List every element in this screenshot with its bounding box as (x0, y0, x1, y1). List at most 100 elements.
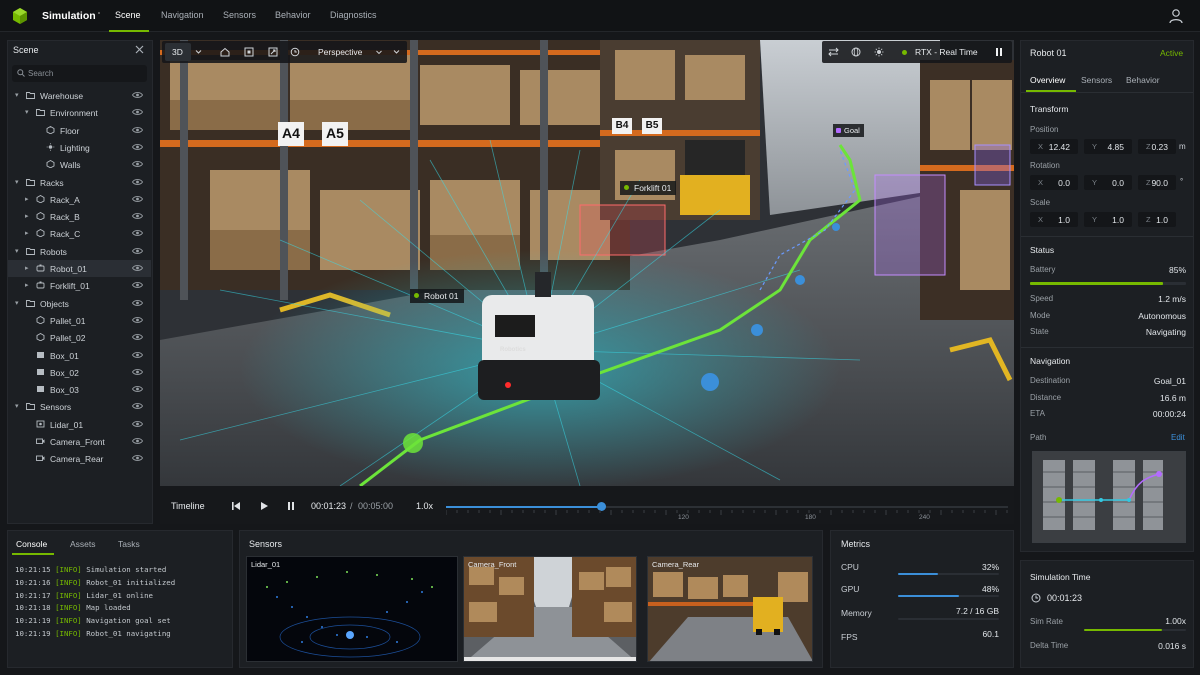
playback-speed[interactable]: 1.0x (416, 501, 433, 511)
tree-item-walls[interactable]: Walls (8, 156, 151, 173)
chevron-down-icon[interactable] (195, 49, 202, 55)
position-x-field[interactable]: X 12.42 (1030, 139, 1078, 154)
tab-sensors[interactable]: Sensors (1081, 75, 1112, 85)
sim-rate-bar[interactable] (1084, 629, 1186, 631)
rotation-z-field[interactable]: Z 90.0 (1138, 175, 1176, 190)
tree-item-rack-a[interactable]: ▸ Rack_A (8, 191, 151, 208)
rotation-y-field[interactable]: Y 0.0 (1084, 175, 1132, 190)
tree-item-camera-front[interactable]: Camera_Front (8, 433, 151, 450)
search-box[interactable]: Search (12, 65, 147, 82)
close-icon[interactable] (135, 45, 144, 54)
tree-expand-icon[interactable]: ▾ (15, 299, 19, 307)
camera-rear-feed[interactable]: Camera_Rear (647, 556, 813, 662)
mode-3d-button[interactable]: 3D (165, 43, 191, 61)
visibility-eye-icon[interactable] (132, 385, 143, 393)
tree-item-forklift-01[interactable]: ▸ Forklift_01 (8, 277, 151, 294)
visibility-eye-icon[interactable] (132, 91, 143, 99)
visibility-eye-icon[interactable] (132, 402, 143, 410)
swap-view-icon[interactable] (828, 47, 839, 57)
tree-item-robots[interactable]: ▾ Robots (8, 243, 151, 260)
nav-behavior[interactable]: Behavior (275, 10, 311, 20)
globe-icon[interactable] (851, 47, 861, 57)
visibility-eye-icon[interactable] (132, 368, 143, 376)
home-icon[interactable] (220, 47, 230, 57)
tree-item-pallet-02[interactable]: Pallet_02 (8, 329, 151, 346)
position-z-value[interactable]: 0.23 (1151, 142, 1168, 152)
tree-item-environment[interactable]: ▾ Environment (8, 104, 151, 121)
visibility-eye-icon[interactable] (132, 420, 143, 428)
tree-item-box-01[interactable]: Box_01 (8, 347, 151, 364)
camera-settings-icon[interactable] (290, 47, 300, 57)
visibility-eye-icon[interactable] (132, 212, 143, 220)
nav-diagnostics[interactable]: Diagnostics (330, 10, 377, 20)
search-input[interactable]: Search (28, 69, 53, 78)
visibility-eye-icon[interactable] (132, 195, 143, 203)
tree-item-objects[interactable]: ▾ Objects (8, 295, 151, 312)
timeline-scrubber[interactable] (446, 502, 1008, 511)
tab-assets[interactable]: Assets (70, 539, 96, 549)
tree-item-pallet-01[interactable]: Pallet_01 (8, 312, 151, 329)
tree-expand-icon[interactable]: ▾ (15, 402, 19, 410)
rotation-y-value[interactable]: 0.0 (1112, 178, 1124, 188)
tree-item-rack-c[interactable]: ▸ Rack_C (8, 225, 151, 242)
tree-collapse-icon[interactable]: ▸ (25, 264, 29, 272)
tab-overview[interactable]: Overview (1030, 75, 1065, 85)
pause-icon[interactable] (994, 47, 1004, 57)
scale-x-value[interactable]: 1.0 (1058, 215, 1070, 225)
camera-front-feed[interactable]: Camera_Front (463, 556, 637, 662)
tree-item-floor[interactable]: Floor (8, 122, 151, 139)
user-icon[interactable] (1168, 8, 1184, 24)
viewport-more-chevron-icon[interactable] (393, 49, 400, 55)
scale-x-field[interactable]: X 1.0 (1030, 212, 1078, 227)
path-minimap[interactable] (1032, 451, 1186, 543)
tree-item-robot-01[interactable]: ▸ Robot_01 (8, 260, 151, 277)
tree-item-camera-rear[interactable]: Camera_Rear (8, 450, 151, 467)
tree-expand-icon[interactable]: ▾ (25, 108, 29, 116)
scale-y-field[interactable]: Y 1.0 (1084, 212, 1132, 227)
visibility-eye-icon[interactable] (132, 264, 143, 272)
renderer-label[interactable]: RTX - Real Time (915, 47, 978, 57)
tree-item-lighting[interactable]: Lighting (8, 139, 151, 156)
scale-z-field[interactable]: Z 1.0 (1138, 212, 1176, 227)
lighting-icon[interactable] (874, 47, 884, 57)
visibility-eye-icon[interactable] (132, 351, 143, 359)
visibility-eye-icon[interactable] (132, 108, 143, 116)
scale-z-value[interactable]: 1.0 (1156, 215, 1168, 225)
rotation-z-value[interactable]: 90.0 (1151, 178, 1168, 188)
position-y-value[interactable]: 4.85 (1107, 142, 1124, 152)
goal-scene-label[interactable]: Goal (833, 124, 864, 137)
tab-behavior[interactable]: Behavior (1126, 75, 1160, 85)
fit-view-icon[interactable] (268, 47, 278, 57)
tree-item-lidar-01[interactable]: Lidar_01 (8, 416, 151, 433)
position-z-field[interactable]: Z 0.23 (1138, 139, 1176, 154)
tree-item-box-02[interactable]: Box_02 (8, 364, 151, 381)
visibility-eye-icon[interactable] (132, 126, 143, 134)
tree-item-racks[interactable]: ▾ Racks (8, 174, 151, 191)
visibility-eye-icon[interactable] (132, 316, 143, 324)
timeline-pause-icon[interactable] (286, 501, 296, 511)
visibility-eye-icon[interactable] (132, 437, 143, 445)
rotation-x-field[interactable]: X 0.0 (1030, 175, 1078, 190)
position-y-field[interactable]: Y 4.85 (1084, 139, 1132, 154)
tree-collapse-icon[interactable]: ▸ (25, 212, 29, 220)
skip-back-icon[interactable] (231, 501, 241, 511)
lidar-feed[interactable]: Lidar_01 (246, 556, 458, 662)
projection-select[interactable]: Perspective (312, 43, 382, 61)
tree-collapse-icon[interactable]: ▸ (25, 229, 29, 237)
robot-scene-label[interactable]: Robot 01 (410, 289, 464, 303)
visibility-eye-icon[interactable] (132, 247, 143, 255)
tree-item-warehouse[interactable]: ▾ Warehouse (8, 87, 151, 104)
visibility-eye-icon[interactable] (132, 160, 143, 168)
nav-sensors[interactable]: Sensors (223, 10, 256, 20)
tree-collapse-icon[interactable]: ▸ (25, 195, 29, 203)
tree-item-sensors[interactable]: ▾ Sensors (8, 398, 151, 415)
visibility-eye-icon[interactable] (132, 229, 143, 237)
tree-item-rack-b[interactable]: ▸ Rack_B (8, 208, 151, 225)
rotation-x-value[interactable]: 0.0 (1058, 178, 1070, 188)
visibility-eye-icon[interactable] (132, 143, 143, 151)
position-x-value[interactable]: 12.42 (1049, 142, 1070, 152)
tree-expand-icon[interactable]: ▾ (15, 91, 19, 99)
tab-tasks[interactable]: Tasks (118, 539, 140, 549)
nav-scene[interactable]: Scene (115, 10, 141, 20)
tree-expand-icon[interactable]: ▾ (15, 247, 19, 255)
